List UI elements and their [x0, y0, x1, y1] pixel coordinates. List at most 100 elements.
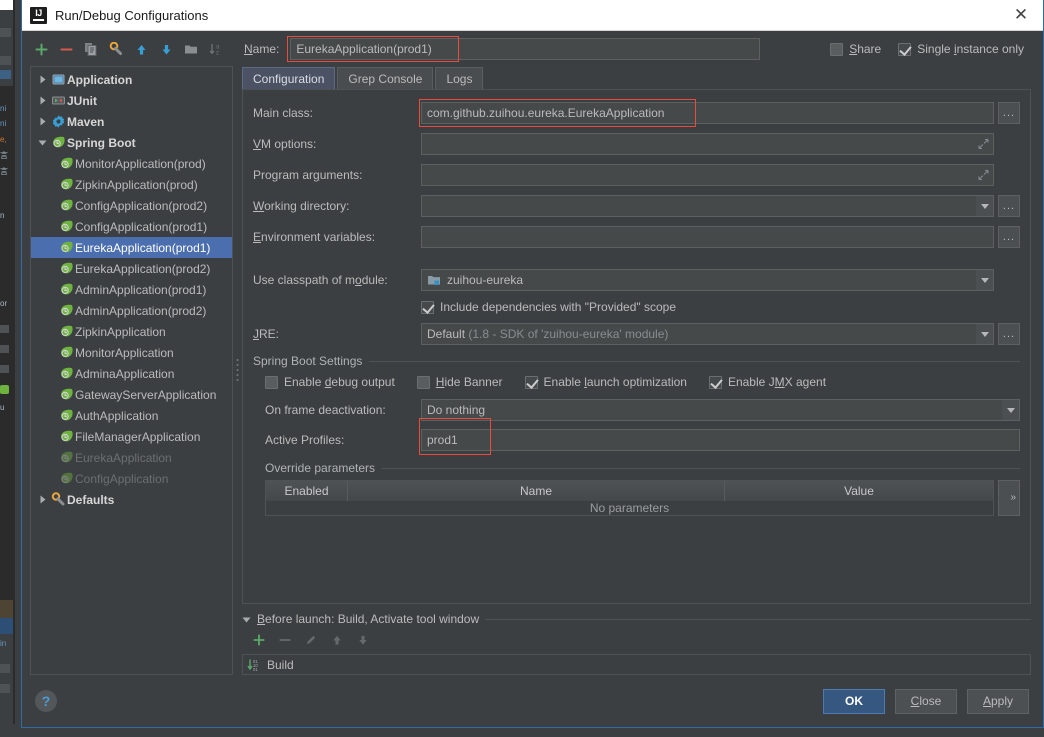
- main-class-browse-button[interactable]: ...: [998, 102, 1020, 124]
- tree-item-gatewayserverapplication[interactable]: GatewayServerApplication: [31, 384, 232, 405]
- chevron-right-icon[interactable]: [38, 495, 47, 504]
- tree-item-monitorapplication-prod[interactable]: MonitorApplication(prod): [31, 153, 232, 174]
- tree-item-eurekaapplication-prod2[interactable]: EurekaApplication(prod2): [31, 258, 232, 279]
- remove-configuration-button[interactable]: [55, 38, 77, 60]
- chevron-right-icon[interactable]: [38, 75, 47, 84]
- help-button[interactable]: ?: [35, 690, 57, 712]
- tree-item-application[interactable]: Application: [31, 69, 232, 90]
- tree-twisty[interactable]: [35, 117, 49, 126]
- tree-item-spring-boot[interactable]: Spring Boot: [31, 132, 232, 153]
- tree-item-adminaapplication[interactable]: AdminaApplication: [31, 363, 232, 384]
- tree-item-adminapplication-prod2[interactable]: AdminApplication(prod2): [31, 300, 232, 321]
- tree-item-configapplication-prod1[interactable]: ConfigApplication(prod1): [31, 216, 232, 237]
- tree-item-maven[interactable]: Maven: [31, 111, 232, 132]
- enable-jmx-agent-checkbox[interactable]: Enable JMX agent: [708, 375, 826, 389]
- chevron-right-icon[interactable]: [38, 117, 47, 126]
- override-parameters-table[interactable]: Enabled Name Value No parameters: [265, 480, 994, 516]
- configurations-tree-pane[interactable]: Application JUnit Maven Spring Boot MonitorA…: [30, 66, 233, 675]
- tree-twisty[interactable]: [35, 96, 49, 105]
- on-frame-deactivation-value: Do nothing: [427, 403, 486, 417]
- active-profiles-label: Active Profiles:: [265, 433, 345, 447]
- hide-banner-checkbox[interactable]: Hide Banner: [416, 375, 503, 389]
- chevron-down-icon[interactable]: [38, 138, 47, 147]
- tree-item-zipkinapplication-prod[interactable]: ZipkinApplication(prod): [31, 174, 232, 195]
- working-directory-input[interactable]: [421, 195, 976, 217]
- tree-item-configapplication[interactable]: ConfigApplication: [31, 468, 232, 489]
- tree-item-adminapplication-prod1[interactable]: AdminApplication(prod1): [31, 279, 232, 300]
- environment-variables-browse-button[interactable]: ...: [998, 226, 1020, 248]
- vm-options-input[interactable]: [421, 133, 994, 155]
- environment-variables-input[interactable]: [421, 226, 994, 248]
- tree-item-junit[interactable]: JUnit: [31, 90, 232, 111]
- dialog-footer: ? OK Close Apply: [22, 675, 1043, 727]
- module-combobox[interactable]: zuihou-eureka: [421, 269, 976, 291]
- tree-item-defaults[interactable]: Defaults: [31, 489, 232, 510]
- close-button[interactable]: Close: [895, 688, 957, 714]
- main-class-label: Main class:: [253, 106, 314, 120]
- working-directory-dropdown-button[interactable]: [976, 195, 994, 217]
- working-directory-browse-button[interactable]: ...: [998, 195, 1020, 217]
- arrow-up-icon[interactable]: [326, 629, 348, 651]
- tab-grep-console[interactable]: Grep Console: [337, 67, 434, 89]
- spring-boot-icon: [60, 199, 73, 211]
- on-frame-deactivation-combobox[interactable]: Do nothing: [421, 399, 1002, 421]
- tree-item-eurekaapplication-prod1[interactable]: EurekaApplication(prod1): [31, 237, 232, 258]
- program-arguments-input[interactable]: [421, 164, 994, 186]
- module-dropdown-button[interactable]: [976, 269, 994, 291]
- tree-item-zipkinapplication[interactable]: ZipkinApplication: [31, 321, 232, 342]
- close-icon[interactable]: ✕: [999, 0, 1043, 31]
- before-launch-task-list[interactable]: 01 10 01 Build: [242, 654, 1031, 675]
- pane-splitter[interactable]: [233, 66, 242, 675]
- expand-diagonal-icon[interactable]: [978, 169, 989, 181]
- column-header-enabled: Enabled: [266, 481, 348, 501]
- tree-item-label: AdminApplication(prod2): [75, 303, 207, 318]
- single-instance-checkbox[interactable]: Single instance only: [898, 42, 1024, 56]
- pencil-icon[interactable]: [300, 629, 322, 651]
- tab-logs[interactable]: Logs: [435, 67, 484, 89]
- tree-item-monitorapplication[interactable]: MonitorApplication: [31, 342, 232, 363]
- wrench-gear-icon[interactable]: [105, 38, 127, 60]
- spring-boot-icon: [60, 451, 73, 463]
- tree-item-authapplication[interactable]: AuthApplication: [31, 405, 232, 426]
- name-input[interactable]: EurekaApplication(prod1): [290, 38, 761, 60]
- tree-item-label: Maven: [67, 114, 105, 129]
- override-parameters-expand-button[interactable]: »: [998, 480, 1020, 516]
- main-class-input[interactable]: com.github.zuihou.eureka.EurekaApplicati…: [421, 102, 994, 124]
- jre-combobox[interactable]: Default (1.8 - SDK of 'zuihou-eureka' mo…: [421, 323, 976, 345]
- share-checkbox[interactable]: Share: [830, 42, 881, 56]
- run-debug-configurations-dialog: Run/Debug Configurations ✕: [21, 0, 1044, 728]
- tree-item-eurekaapplication[interactable]: EurekaApplication: [31, 447, 232, 468]
- enable-debug-output-checkbox[interactable]: Enable debug output: [265, 375, 395, 389]
- arrow-down-icon[interactable]: [352, 629, 374, 651]
- jre-dropdown-button[interactable]: [976, 323, 994, 345]
- tab-configuration[interactable]: Configuration: [242, 67, 336, 89]
- enable-launch-optimization-checkbox[interactable]: Enable launch optimization: [524, 375, 687, 389]
- group-divider: [382, 467, 1020, 469]
- ok-button[interactable]: OK: [823, 688, 885, 714]
- junit-icon: [51, 96, 65, 105]
- tree-twisty[interactable]: [35, 75, 49, 84]
- tree-twisty[interactable]: [35, 138, 49, 147]
- include-provided-checkbox[interactable]: Include dependencies with "Provided" sco…: [421, 300, 676, 314]
- on-frame-deactivation-dropdown-button[interactable]: [1002, 399, 1020, 421]
- folder-icon[interactable]: [180, 38, 202, 60]
- add-configuration-button[interactable]: [30, 38, 52, 60]
- copy-configuration-button[interactable]: [80, 38, 102, 60]
- arrow-down-icon[interactable]: [155, 38, 177, 60]
- add-before-launch-task-button[interactable]: [248, 629, 270, 651]
- spring-boot-icon: [57, 387, 75, 402]
- active-profiles-input[interactable]: prod1: [421, 429, 1020, 451]
- jre-browse-button[interactable]: ...: [998, 323, 1020, 345]
- expand-diagonal-icon[interactable]: [978, 138, 989, 150]
- environment-variables-row: Environment variables: ...: [253, 226, 1020, 248]
- chevron-right-icon[interactable]: [38, 96, 47, 105]
- remove-before-launch-task-button[interactable]: [274, 629, 296, 651]
- tree-item-configapplication-prod2[interactable]: ConfigApplication(prod2): [31, 195, 232, 216]
- collapse-triangle-icon[interactable]: [242, 615, 251, 624]
- tree-item-filemanagerapplication[interactable]: FileManagerApplication: [31, 426, 232, 447]
- apply-button[interactable]: Apply: [967, 688, 1029, 714]
- on-frame-deactivation-label: On frame deactivation:: [265, 403, 386, 417]
- sort-alpha-icon[interactable]: a z: [205, 38, 227, 60]
- arrow-up-icon[interactable]: [130, 38, 152, 60]
- tree-twisty[interactable]: [35, 495, 49, 504]
